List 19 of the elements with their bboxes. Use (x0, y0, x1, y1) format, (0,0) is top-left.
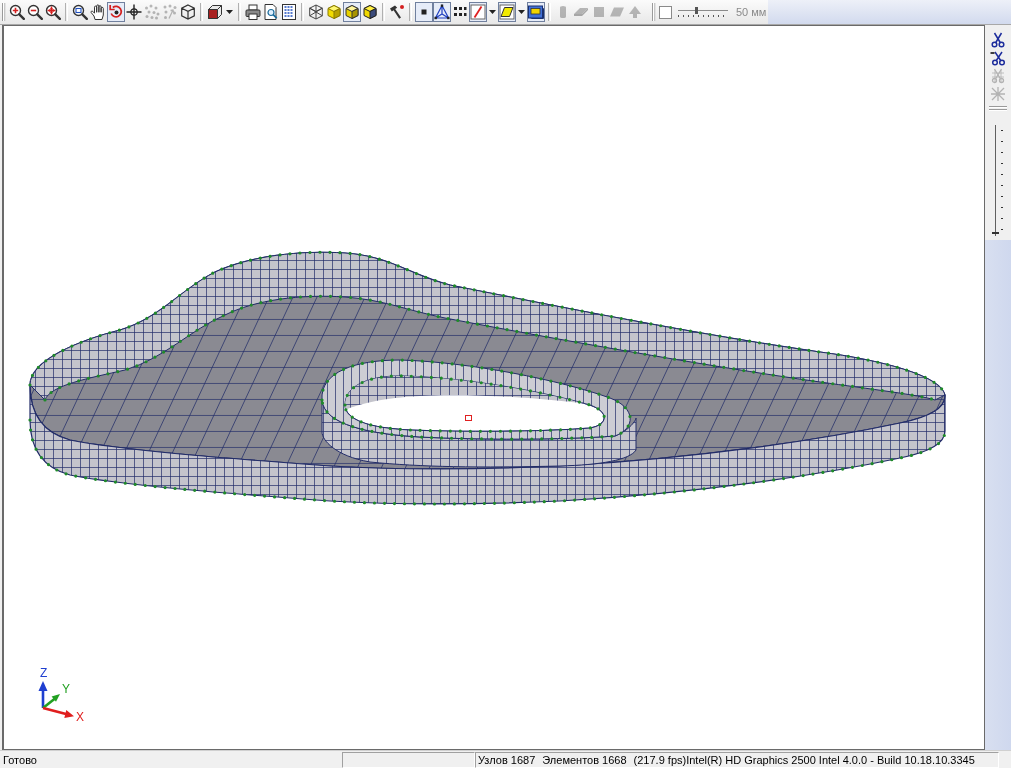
scissors-icon[interactable] (990, 32, 1006, 48)
renderer-info: (217.9 fps)Intel(R) HD Graphics 2500 Intel 4.0.0 - Build 10.18.10.3345 (633, 753, 975, 767)
grip-icon[interactable] (2, 3, 6, 21)
caret-icon[interactable] (518, 10, 525, 14)
axis-label: Z (40, 666, 48, 680)
axis-label: X (76, 710, 84, 724)
grip-icon[interactable] (652, 3, 656, 21)
scissors-minus-icon[interactable] (990, 50, 1006, 66)
caret-icon[interactable] (226, 10, 233, 14)
axis-label: Y (62, 682, 70, 696)
grip-icon[interactable] (989, 106, 1007, 111)
scale-label: 50 мм (736, 6, 767, 18)
status-message: Готово (2, 753, 38, 768)
caret-icon[interactable] (489, 10, 496, 14)
slider-thumb[interactable] (694, 7, 698, 14)
scale-checkbox[interactable] (659, 5, 672, 19)
element-count: Элементов 1668 (542, 753, 627, 767)
pivot-marker-icon (465, 415, 472, 421)
node-count: Узлов 1687 (478, 753, 536, 767)
